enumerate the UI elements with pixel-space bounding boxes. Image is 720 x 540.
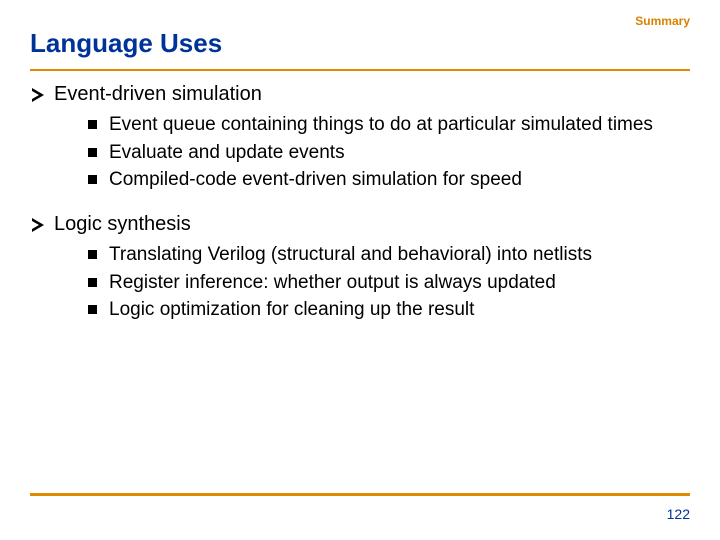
list-item-text: Event queue containing things to do at p… xyxy=(109,112,653,138)
square-bullet-icon xyxy=(88,175,97,184)
list-item-text: Logic optimization for cleaning up the r… xyxy=(109,297,474,323)
list-item-text: Translating Verilog (structural and beha… xyxy=(109,242,592,268)
section-label: Summary xyxy=(635,14,690,28)
square-bullet-icon xyxy=(88,120,97,129)
square-bullet-icon xyxy=(88,305,97,314)
topic-heading-text: Logic synthesis xyxy=(54,213,191,236)
list-item: Logic optimization for cleaning up the r… xyxy=(88,297,690,323)
list-item: Event queue containing things to do at p… xyxy=(88,112,690,138)
list-item-text: Register inference: whether output is al… xyxy=(109,270,556,296)
square-bullet-icon xyxy=(88,148,97,157)
topic-heading: Logic synthesis xyxy=(32,213,690,236)
slide-title: Language Uses xyxy=(30,28,690,59)
footer-rule xyxy=(30,493,690,496)
list-item: Compiled-code event-driven simulation fo… xyxy=(88,167,690,193)
square-bullet-icon xyxy=(88,278,97,287)
arrow-bullet-icon xyxy=(32,218,44,232)
title-rule xyxy=(30,69,690,71)
page-number: 122 xyxy=(667,506,690,522)
list-item-text: Evaluate and update events xyxy=(109,140,345,166)
topic-heading: Event-driven simulation xyxy=(32,83,690,106)
arrow-bullet-icon xyxy=(32,88,44,102)
list-item: Evaluate and update events xyxy=(88,140,690,166)
list-item: Translating Verilog (structural and beha… xyxy=(88,242,690,268)
list-item-text: Compiled-code event-driven simulation fo… xyxy=(109,167,522,193)
topic-heading-text: Event-driven simulation xyxy=(54,83,262,106)
content-area: Event-driven simulation Event queue cont… xyxy=(30,83,690,323)
slide: Summary Language Uses Event-driven simul… xyxy=(0,0,720,540)
topic-sublist: Translating Verilog (structural and beha… xyxy=(88,242,690,323)
topic-sublist: Event queue containing things to do at p… xyxy=(88,112,690,193)
square-bullet-icon xyxy=(88,250,97,259)
list-item: Register inference: whether output is al… xyxy=(88,270,690,296)
